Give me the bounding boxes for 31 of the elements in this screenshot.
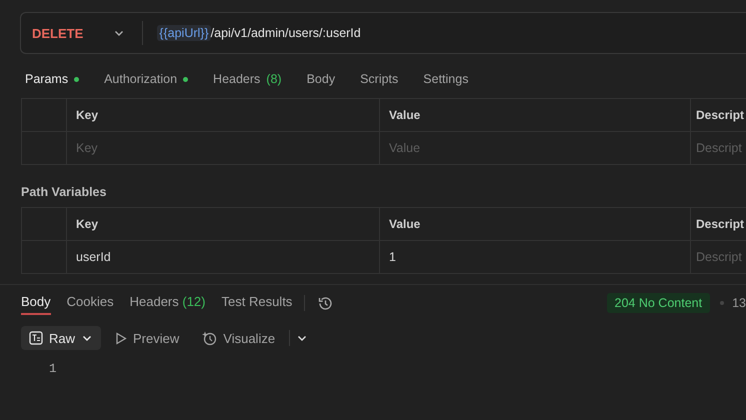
response-tab[interactable]: Cookies xyxy=(66,292,114,314)
request-tab[interactable]: Scripts xyxy=(349,68,410,90)
response-tab[interactable]: Test Results xyxy=(222,292,292,314)
sparkle-circle-icon xyxy=(201,330,218,346)
status-badge: 204 No Content xyxy=(606,293,710,313)
response-time: 13 xyxy=(732,296,746,310)
section-title: Path Variables xyxy=(21,185,108,199)
request-tab[interactable]: Settings xyxy=(412,68,480,90)
request-tab[interactable]: Params xyxy=(14,68,90,90)
text-format-icon xyxy=(29,331,43,345)
column-header: Descript xyxy=(691,208,746,241)
request-tab[interactable]: Headers (8) xyxy=(202,68,293,90)
table-cell[interactable]: 1 xyxy=(380,241,691,274)
history-icon[interactable] xyxy=(317,294,334,312)
response-tab[interactable]: Body xyxy=(21,292,51,314)
play-icon xyxy=(115,332,128,344)
url-field[interactable]: {{apiUrl}} /api/v1/admin/users/:userId xyxy=(143,25,361,41)
column-header: Value xyxy=(380,208,691,241)
request-tab[interactable]: Authorization xyxy=(93,68,200,90)
view-mode-button[interactable]: Raw xyxy=(21,326,102,350)
column-header: Key xyxy=(67,208,380,241)
table-cell[interactable]: userId xyxy=(67,241,380,274)
column-header: Descript xyxy=(691,99,746,132)
column-header: Key xyxy=(67,99,380,132)
view-mode-button[interactable]: Preview xyxy=(107,326,188,350)
response-tab[interactable]: Headers (12) xyxy=(130,292,206,314)
column-header: Value xyxy=(380,99,691,132)
line-number: 1 xyxy=(49,362,58,376)
method-dropdown[interactable]: DELETE xyxy=(21,21,144,45)
request-tab[interactable]: Body xyxy=(296,68,346,90)
view-mode-button[interactable]: Visualize xyxy=(193,326,284,350)
